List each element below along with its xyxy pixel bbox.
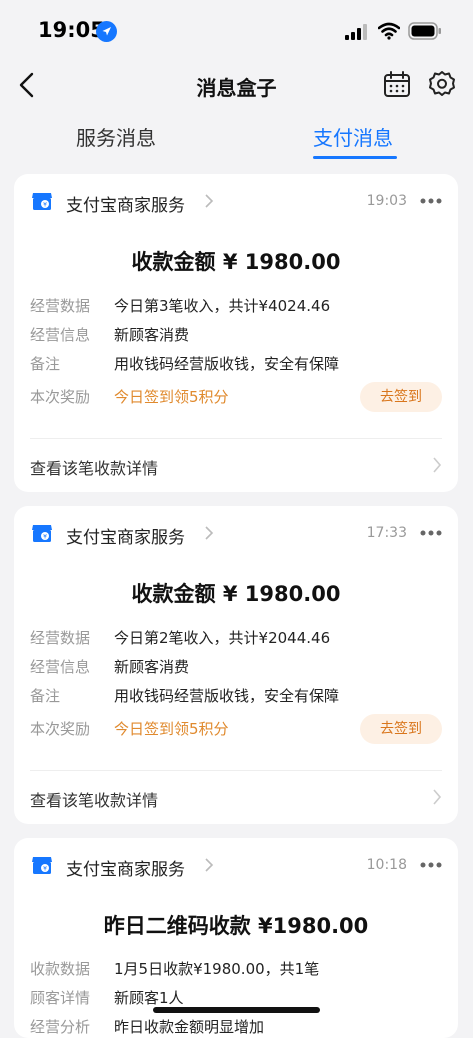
merchant-store-icon: ¥ xyxy=(32,525,52,542)
calendar-icon[interactable] xyxy=(383,70,411,98)
card-header[interactable]: ¥ 支付宝商家服务 17:33 xyxy=(14,506,458,558)
card-header[interactable]: ¥ 支付宝商家服务 10:18 xyxy=(14,838,458,890)
nav-bar: 消息盒子 xyxy=(0,60,473,110)
divider xyxy=(30,438,442,439)
row-value: 用收钱码经营版收钱，安全有保障 xyxy=(114,687,340,705)
wifi-icon xyxy=(378,22,400,40)
gear-icon[interactable] xyxy=(428,70,456,98)
info-row: 经营数据 今日第3笔收入，共计¥4024.46 xyxy=(30,295,442,317)
tab-bar: 服务消息 支付消息 xyxy=(0,112,473,164)
row-value: 新顾客消费 xyxy=(114,326,190,344)
row-value: 新顾客消费 xyxy=(114,658,190,676)
status-time: 19:05 xyxy=(38,18,105,42)
row-value: 用收钱码经营版收钱，安全有保障 xyxy=(114,355,340,373)
row-value: 今日第2笔收入，共计¥2044.46 xyxy=(114,629,331,647)
row-value: 今日第3笔收入，共计¥4024.46 xyxy=(114,297,331,315)
service-name: 支付宝商家服务 xyxy=(66,196,185,216)
divider xyxy=(30,770,442,771)
more-options-icon[interactable] xyxy=(420,862,442,868)
reward-text: 今日签到领5积分 xyxy=(114,720,229,738)
row-label: 本次奖励 xyxy=(30,720,91,738)
row-label: 经营数据 xyxy=(30,629,91,647)
row-label: 本次奖励 xyxy=(30,388,91,406)
row-label: 备注 xyxy=(30,687,61,705)
chevron-right-icon xyxy=(433,789,442,805)
row-label: 备注 xyxy=(30,355,61,373)
home-indicator[interactable] xyxy=(153,1007,320,1013)
amount-title: 昨日二维码收款 ¥1980.00 xyxy=(103,914,369,938)
payment-message-card: ¥ 支付宝商家服务 19:03 收款金额 ¥ 1980.00 经营数据 今日第3… xyxy=(14,174,458,492)
location-arrow-icon xyxy=(96,21,117,42)
more-options-icon[interactable] xyxy=(420,530,442,536)
row-label: 经营分析 xyxy=(30,1018,91,1036)
chevron-right-icon xyxy=(205,526,214,540)
checkin-button[interactable]: 去签到 xyxy=(360,714,442,744)
payment-message-card: ¥ 支付宝商家服务 17:33 收款金额 ¥ 1980.00 经营数据 今日第2… xyxy=(14,506,458,824)
tab-payment-messages[interactable]: 支付消息 xyxy=(313,122,393,151)
chevron-right-icon xyxy=(205,194,214,208)
merchant-store-icon: ¥ xyxy=(32,857,52,874)
row-value: 1月5日收款¥1980.00，共1笔 xyxy=(114,960,320,978)
row-label: 经营信息 xyxy=(30,658,91,676)
info-row: 收款数据 1月5日收款¥1980.00，共1笔 xyxy=(30,958,442,980)
cellular-signal-icon xyxy=(345,24,367,40)
chevron-right-icon xyxy=(433,457,442,473)
info-row: 顾客详情 新顾客1人 xyxy=(30,987,442,1009)
row-label: 经营信息 xyxy=(30,326,91,344)
status-bar: 19:05 xyxy=(0,0,473,60)
view-payment-detail-link[interactable]: 查看该笔收款详情 xyxy=(30,787,158,811)
service-name: 支付宝商家服务 xyxy=(66,528,185,548)
reward-text: 今日签到领5积分 xyxy=(114,388,229,406)
card-header[interactable]: ¥ 支付宝商家服务 19:03 xyxy=(14,174,458,226)
svg-text:¥: ¥ xyxy=(43,866,47,873)
info-row: 经营信息 新顾客消费 xyxy=(30,656,442,678)
info-row: 经营数据 今日第2笔收入，共计¥2044.46 xyxy=(30,627,442,649)
merchant-store-icon: ¥ xyxy=(32,193,52,210)
svg-text:¥: ¥ xyxy=(43,534,47,541)
row-label: 顾客详情 xyxy=(30,989,91,1007)
message-time: 19:03 xyxy=(366,193,407,209)
info-row: 经营分析 昨日收款金额明显增加 xyxy=(30,1016,442,1038)
service-name: 支付宝商家服务 xyxy=(66,860,185,880)
message-time: 10:18 xyxy=(366,857,407,873)
amount-title: 收款金额 ¥ 1980.00 xyxy=(131,582,341,606)
row-value: 新顾客1人 xyxy=(114,989,184,1007)
amount-title: 收款金额 ¥ 1980.00 xyxy=(131,250,341,274)
info-row: 经营信息 新顾客消费 xyxy=(30,324,442,346)
view-payment-detail-link[interactable]: 查看该笔收款详情 xyxy=(30,455,158,479)
svg-text:¥: ¥ xyxy=(43,202,47,209)
checkin-button[interactable]: 去签到 xyxy=(360,382,442,412)
more-options-icon[interactable] xyxy=(420,198,442,204)
row-value: 昨日收款金额明显增加 xyxy=(114,1018,265,1036)
info-row: 备注 用收钱码经营版收钱，安全有保障 xyxy=(30,685,442,707)
info-row: 备注 用收钱码经营版收钱，安全有保障 xyxy=(30,353,442,375)
chevron-right-icon xyxy=(205,858,214,872)
message-time: 17:33 xyxy=(366,525,407,541)
active-tab-indicator xyxy=(313,156,397,159)
battery-icon xyxy=(408,22,441,40)
row-label: 收款数据 xyxy=(30,960,91,978)
tab-service-messages[interactable]: 服务消息 xyxy=(76,122,156,151)
row-label: 经营数据 xyxy=(30,297,91,315)
